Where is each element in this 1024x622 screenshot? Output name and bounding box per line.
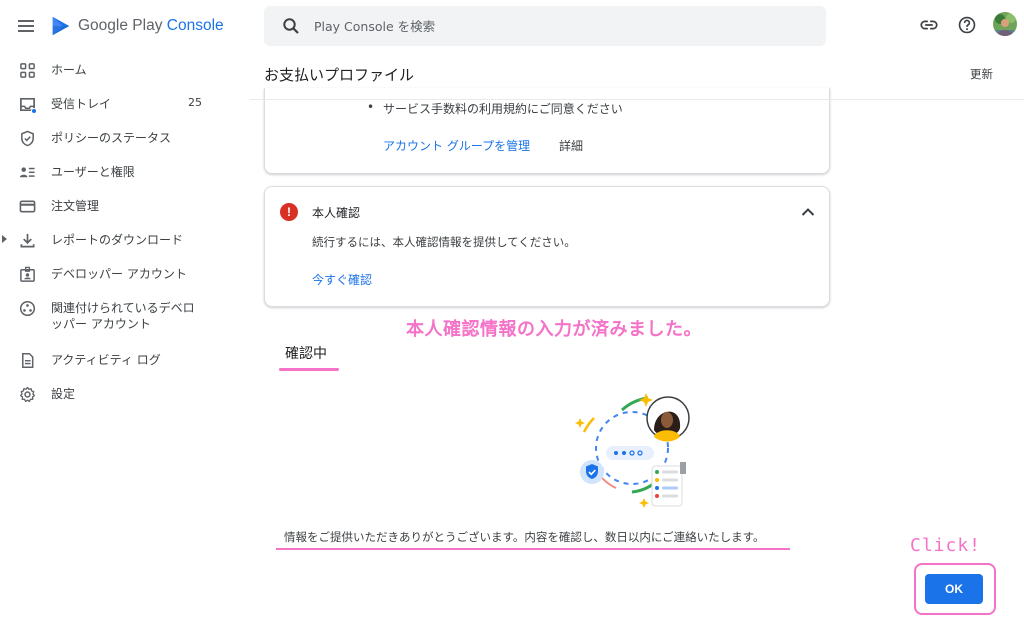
- sidebar-item-label: 設定: [51, 387, 76, 401]
- tab-under-review[interactable]: 確認中: [279, 340, 339, 371]
- sidebar-item-download-reports[interactable]: レポートのダウンロード: [0, 223, 250, 257]
- refresh-button[interactable]: 更新: [970, 66, 993, 82]
- unread-dot-icon: [31, 108, 37, 114]
- sidebar-item-label: 関連付けられているデベロッパー アカウント: [51, 301, 195, 331]
- sidebar-item-home[interactable]: ホーム: [0, 53, 250, 87]
- sidebar-item-label: アクティビティ ログ: [51, 353, 161, 367]
- sidebar-item-settings[interactable]: 設定: [0, 377, 250, 411]
- sidebar-item-label: ユーザーと権限: [51, 165, 135, 179]
- link-icon[interactable]: [918, 14, 940, 36]
- manage-account-group-link[interactable]: アカウント グループを管理: [383, 137, 530, 154]
- annotation-note: 本人確認情報の入力が済みました。: [406, 319, 702, 340]
- menu-icon[interactable]: [18, 20, 34, 32]
- document-log-icon: [18, 351, 36, 369]
- brand: Google Play Console: [18, 12, 224, 40]
- thank-you-message: 情報をご提供いただきありがとうございます。内容を確認し、数日以内にご連絡いたしま…: [284, 530, 765, 544]
- sidebar-item-label: 受信トレイ: [51, 97, 112, 111]
- dashboard-icon: [18, 61, 36, 79]
- users-permissions-icon: [18, 163, 36, 181]
- sidebar: Google Play Console ホーム 受信トレイ 25 ポリシーのステ…: [0, 0, 250, 622]
- sidebar-item-order-management[interactable]: 注文管理: [0, 189, 250, 223]
- gear-icon: [18, 385, 36, 403]
- details-link[interactable]: 詳細: [559, 137, 583, 154]
- sidebar-item-label: 注文管理: [51, 199, 100, 213]
- sidebar-item-inbox[interactable]: 受信トレイ 25: [0, 87, 250, 121]
- search-icon: [283, 18, 299, 34]
- tab-label: 確認中: [285, 346, 327, 362]
- sidebar-item-developer-account[interactable]: デベロッパー アカウント: [0, 257, 250, 291]
- brand-primary-text: Google Play: [78, 17, 163, 34]
- developer-badge-icon: [18, 265, 36, 283]
- search-input[interactable]: [314, 18, 794, 34]
- sidebar-item-label: ホーム: [51, 63, 87, 77]
- chevron-up-icon[interactable]: [799, 203, 817, 221]
- terms-card: サービス手数料の利用規約にご同意ください アカウント グループを管理 詳細: [264, 88, 830, 174]
- header-divider-overlay: [250, 99, 1024, 100]
- brand-name[interactable]: Google Play Console: [78, 17, 224, 35]
- identity-card-description: 続行するには、本人確認情報を提供してください。: [312, 235, 576, 249]
- expand-caret-icon[interactable]: [2, 235, 7, 243]
- sidebar-item-policy-status[interactable]: ポリシーのステータス: [0, 121, 250, 155]
- search-bar[interactable]: [264, 6, 826, 46]
- sidebar-item-activity-log[interactable]: アクティビティ ログ: [0, 343, 250, 377]
- linked-accounts-icon: [18, 299, 36, 317]
- error-alert-icon: !: [280, 203, 298, 221]
- brand-accent-text: Console: [166, 17, 224, 34]
- message-highlight-underline: [276, 548, 790, 550]
- tab-highlight-underline: [279, 368, 339, 371]
- sidebar-nav: ホーム 受信トレイ 25 ポリシーのステータス ユーザーと権限 注文管理 レポー…: [0, 53, 250, 411]
- identity-card-title: 本人確認: [312, 206, 361, 220]
- sidebar-item-users-permissions[interactable]: ユーザーと権限: [0, 155, 250, 189]
- ok-button[interactable]: OK: [925, 574, 983, 604]
- avatar[interactable]: [993, 12, 1017, 36]
- shield-check-icon: [18, 129, 36, 147]
- inbox-icon: [18, 95, 37, 114]
- download-icon: [18, 231, 36, 249]
- sidebar-item-label: レポートのダウンロード: [51, 233, 184, 247]
- sidebar-item-label: ポリシーのステータス: [51, 131, 172, 145]
- identity-verification-card: ! 本人確認 続行するには、本人確認情報を提供してください。 今すぐ確認: [264, 186, 830, 307]
- verify-now-link[interactable]: 今すぐ確認: [312, 271, 372, 288]
- sidebar-item-label: デベロッパー アカウント: [51, 267, 187, 281]
- terms-bullet: サービス手数料の利用規約にご同意ください: [367, 100, 623, 117]
- help-icon[interactable]: [956, 14, 978, 36]
- annotation-click: Click!: [910, 535, 982, 556]
- verification-illustration: [575, 393, 690, 508]
- credit-card-icon: [18, 197, 36, 215]
- sidebar-item-linked-developer-accounts[interactable]: 関連付けられているデベロッパー アカウント: [0, 291, 250, 343]
- inbox-count-badge: 25: [188, 96, 202, 109]
- play-console-logo-icon[interactable]: [50, 15, 72, 37]
- page-title: お支払いプロファイル: [264, 66, 415, 84]
